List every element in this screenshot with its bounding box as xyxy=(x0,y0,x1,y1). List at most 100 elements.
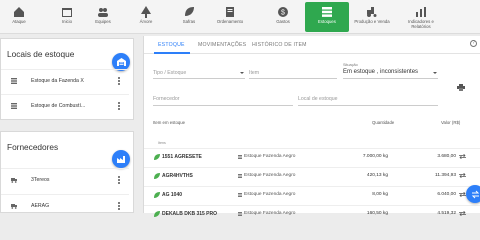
item-field[interactable]: Item xyxy=(249,70,259,76)
tab-historico[interactable]: HISTÓRICO DE ITEM xyxy=(252,42,307,48)
money-icon: $ xyxy=(278,7,288,17)
chart-icon xyxy=(416,7,426,17)
seed-icon xyxy=(154,154,160,160)
local-estoque-field[interactable]: Local de estoque xyxy=(298,96,338,102)
nav-item-gastos[interactable]: $ Gastos xyxy=(261,2,305,32)
svg-text:$: $ xyxy=(281,10,285,17)
storage-icon xyxy=(238,174,242,178)
storage-icon xyxy=(238,212,242,216)
list-item[interactable]: Estoque da Fazenda X xyxy=(1,69,129,91)
stock-location: Estoque Fazenda Aegro xyxy=(244,154,296,159)
nav-item-label: Ataque xyxy=(12,19,26,24)
quantity: 420,13 kg xyxy=(366,173,388,178)
leaf-icon xyxy=(185,7,194,16)
seed-icon xyxy=(154,211,160,217)
list-item[interactable]: 3Tereos xyxy=(1,168,129,190)
locais-estoque-panel: Locais de estoque Estoque da Fazenda X E… xyxy=(0,38,134,120)
fornecedor-field[interactable]: Fornecedor xyxy=(153,96,180,102)
stock-location: Estoque Fazenda Aegro xyxy=(244,211,296,216)
swap-icon xyxy=(471,190,479,198)
header-valor: Valor (R$) xyxy=(441,120,461,125)
nav-item-estoques[interactable]: Estoques xyxy=(305,2,349,32)
group-label: Itens xyxy=(158,141,166,145)
add-item-fab[interactable] xyxy=(466,185,480,203)
fornecedores-title: Fornecedores xyxy=(7,142,59,152)
situacao-label: Situação xyxy=(343,63,358,67)
nav-item-equipes[interactable]: Equipes xyxy=(81,2,125,32)
list-item[interactable]: AERAG xyxy=(1,194,129,216)
calendar-icon xyxy=(62,8,72,17)
more-options-icon[interactable] xyxy=(118,201,120,210)
nav-item-label: Safras xyxy=(182,19,196,24)
seed-icon xyxy=(154,192,160,198)
value: 4.519,32 xyxy=(437,211,456,216)
nav-item-label: Inicio xyxy=(61,19,73,24)
list-item-label: Estoque de Combustí... xyxy=(31,102,86,109)
print-icon[interactable] xyxy=(457,84,465,91)
nav-item-label: Produção e Venda xyxy=(354,19,390,24)
tipo-estoque-underline xyxy=(153,78,245,79)
quantity: 8,00 kg xyxy=(372,192,388,197)
value: 3.680,00 xyxy=(437,154,456,159)
table-row[interactable]: 1551 AGRESETE Estoque Fazenda Aegro 7.000,… xyxy=(144,148,480,164)
add-fornecedor-button[interactable] xyxy=(112,150,130,168)
factory-icon xyxy=(116,156,125,163)
list-item-label: 3Tereos xyxy=(31,176,50,183)
transfer-icon[interactable] xyxy=(459,211,466,216)
table-row[interactable]: AGR4HVTHS Estoque Fazenda Aegro 420,13 kg 1… xyxy=(144,167,480,183)
quantity: 160,50 kg xyxy=(366,211,388,216)
storage-icon xyxy=(11,102,17,109)
header-quantidade: Quantidade xyxy=(372,120,395,125)
top-navigation: Ataque Inicio Equipes Árvore Safras Ordenamen… xyxy=(0,0,480,34)
active-tab-indicator xyxy=(154,52,190,54)
storage-icon xyxy=(238,193,242,197)
more-options-icon[interactable] xyxy=(118,175,120,184)
nav-item-label: Árvore xyxy=(139,19,153,24)
tractor-icon xyxy=(367,7,377,17)
list-item[interactable]: Estoque de Combustí... xyxy=(1,94,129,116)
document-icon xyxy=(226,7,234,17)
transfer-icon[interactable] xyxy=(459,192,466,197)
storage-icon xyxy=(238,155,242,159)
truck-icon xyxy=(11,203,17,209)
more-options-icon[interactable] xyxy=(118,101,120,110)
list-item-label: AERAG xyxy=(31,202,50,209)
warehouse-icon xyxy=(116,58,126,66)
more-options-icon[interactable] xyxy=(118,76,120,85)
nav-item-safras[interactable]: Safras xyxy=(167,2,211,32)
nav-item-ataque[interactable]: Ataque xyxy=(0,2,41,32)
stack-icon xyxy=(322,7,332,17)
nav-item-label: Equipes xyxy=(95,19,111,24)
storage-icon xyxy=(11,77,17,84)
tab-bar: ESTOQUE MOVIMENTAÇÕES HISTÓRICO DE ITEM … xyxy=(144,36,480,54)
stock-location: Estoque Fazenda Aegro xyxy=(244,173,296,178)
locais-estoque-title: Locais de estoque xyxy=(7,49,75,59)
transfer-icon[interactable] xyxy=(459,173,466,178)
nav-item-label: Estoques xyxy=(318,19,336,24)
nav-item-produ-o-e-venda[interactable]: Produção e Venda xyxy=(350,2,394,32)
tipo-estoque-field[interactable]: Tipo / Estoque xyxy=(153,70,186,76)
tab-estoque[interactable]: ESTOQUE xyxy=(158,42,185,48)
transfer-icon[interactable] xyxy=(459,154,466,159)
nav-item--rvore[interactable]: Árvore xyxy=(124,2,168,32)
situacao-underline xyxy=(343,78,438,79)
table-row[interactable]: DEKALB DKB 315 PRO Estoque Fazenda Aegro 1… xyxy=(144,205,480,221)
product-name: AGR4HVTHS xyxy=(162,173,193,179)
home-icon xyxy=(14,7,24,17)
help-icon[interactable]: ? xyxy=(470,40,477,47)
chevron-down-icon xyxy=(240,72,244,74)
chevron-down-icon xyxy=(433,72,437,74)
situacao-select[interactable]: Em estoque , inconsistentes xyxy=(343,69,418,75)
nav-item-ordenamento[interactable]: Ordenamento xyxy=(208,2,252,32)
nav-item-label: Ordenamento xyxy=(216,19,244,24)
product-name: AG 1040 xyxy=(162,192,183,198)
tab-movimentacoes[interactable]: MOVIMENTAÇÕES xyxy=(198,42,246,48)
fornecedores-panel: Fornecedores 3Tereos AERAG xyxy=(0,131,134,213)
nav-item-indicadores-e-relat-rios[interactable]: Indicadores e Relatórios xyxy=(399,2,443,32)
fornecedor-underline xyxy=(153,105,293,106)
tree-icon xyxy=(141,6,151,18)
table-row[interactable]: AG 1040 Estoque Fazenda Aegro 8,00 kg 6.040… xyxy=(144,186,480,202)
people-icon xyxy=(98,8,108,17)
product-name: DEKALB DKB 315 PRO xyxy=(162,211,218,217)
seed-icon xyxy=(154,173,160,179)
